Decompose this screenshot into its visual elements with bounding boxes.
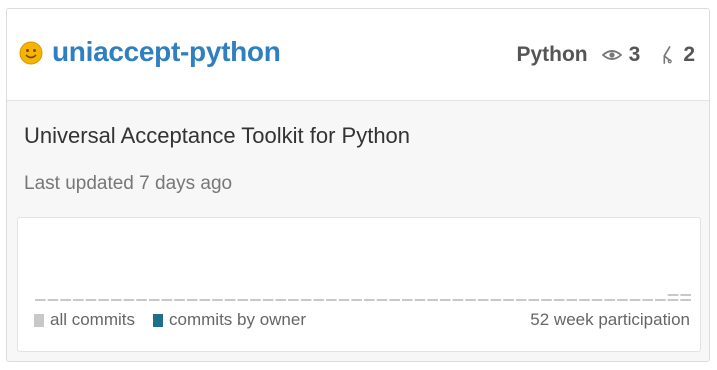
participation-week-bar: [262, 299, 274, 301]
participation-week-bar: [60, 299, 71, 301]
fork-icon: [663, 46, 673, 64]
participation-week-bar: [541, 299, 552, 301]
participation-week-bar: [326, 299, 337, 301]
participation-week-bar: [667, 299, 679, 301]
participation-week-bar: [680, 299, 691, 301]
all-commits-swatch: [34, 313, 44, 327]
participation-legend: all commits commits by owner: [34, 310, 324, 330]
language-label: Python: [516, 43, 588, 66]
participation-week-bar: [161, 299, 173, 301]
participation-week-bar: [401, 299, 413, 301]
participation-week-bar: [490, 299, 502, 301]
participation-week-bar: [288, 299, 299, 301]
participation-week-bar: [224, 299, 236, 301]
participation-week-bar: [427, 299, 438, 301]
participation-week-bar: [250, 299, 261, 301]
participation-week-bar: [579, 299, 590, 301]
participation-week-bar: [110, 299, 122, 301]
participation-week-bar: [680, 294, 691, 296]
participation-week-bar: [275, 299, 287, 301]
participation-week-bar: [199, 299, 211, 301]
repo-title-link[interactable]: uniaccept-python: [52, 36, 281, 68]
participation-week-bar: [338, 299, 350, 301]
participation-week-bar: [85, 299, 97, 301]
participation-week-bar: [174, 299, 185, 301]
participation-week-bar: [617, 299, 628, 301]
participation-graph-panel: all commits commits by owner 52 week par…: [17, 217, 701, 352]
participation-week-bar: [629, 299, 641, 301]
participation-week-bar: [604, 299, 616, 301]
eye-icon: [601, 50, 622, 60]
participation-week-bar: [414, 299, 426, 301]
participation-week-bar: [566, 299, 578, 301]
repo-description: Universal Acceptance Toolkit for Python: [24, 123, 411, 148]
participation-week-bar: [553, 299, 565, 301]
participation-week-bar: [123, 299, 135, 301]
participation-graph: [35, 294, 691, 301]
participation-week-bar: [515, 299, 527, 301]
participation-week-bar: [389, 299, 400, 301]
participation-week-bar: [136, 299, 147, 301]
participation-week-bar: [186, 299, 198, 301]
smiley-face-icon: [19, 41, 43, 65]
participation-week-bar: [376, 299, 388, 301]
repo-stats: Python 3 2: [516, 43, 695, 67]
participation-week-bar: [364, 299, 375, 301]
legend-all-commits-label: all commits: [50, 310, 136, 329]
participation-week-bar: [591, 299, 603, 301]
participation-week-bar: [667, 294, 679, 296]
legend-all-commits: all commits: [34, 310, 135, 330]
participation-week-bar: [655, 299, 666, 301]
repo-card: uniaccept-python Python 3 2 Universal Ac…: [6, 8, 710, 362]
owner-commits-swatch: [153, 313, 164, 327]
participation-week-bar: [465, 299, 476, 301]
participation-week-bar: [237, 299, 249, 301]
participation-week-bar: [300, 299, 312, 301]
participation-week-bar: [72, 299, 84, 301]
participation-week-bar: [439, 299, 451, 301]
forks-count[interactable]: 2: [683, 43, 695, 67]
week-participation-label: 52 week participation: [530, 310, 690, 329]
participation-week-bar: [98, 299, 109, 301]
participation-week-bar: [642, 299, 654, 301]
participation-week-bar: [452, 299, 464, 301]
participation-week-bar: [313, 299, 325, 301]
legend-owner-commits-label: commits by owner: [169, 310, 306, 329]
participation-week-bar: [503, 299, 514, 301]
watchers-count[interactable]: 3: [629, 43, 641, 67]
last-updated-text: Last updated 7 days ago: [24, 173, 233, 194]
repo-card-header: uniaccept-python Python 3 2: [7, 9, 709, 101]
legend-owner-commits: commits by owner: [153, 310, 306, 330]
participation-week-bar: [351, 299, 362, 301]
participation-week-bar: [47, 299, 59, 301]
participation-week-bar: [528, 299, 540, 301]
participation-week-bar: [35, 299, 46, 301]
participation-week-bar: [148, 299, 160, 301]
participation-week-bar: [477, 299, 489, 301]
participation-week-bar: [212, 299, 223, 301]
